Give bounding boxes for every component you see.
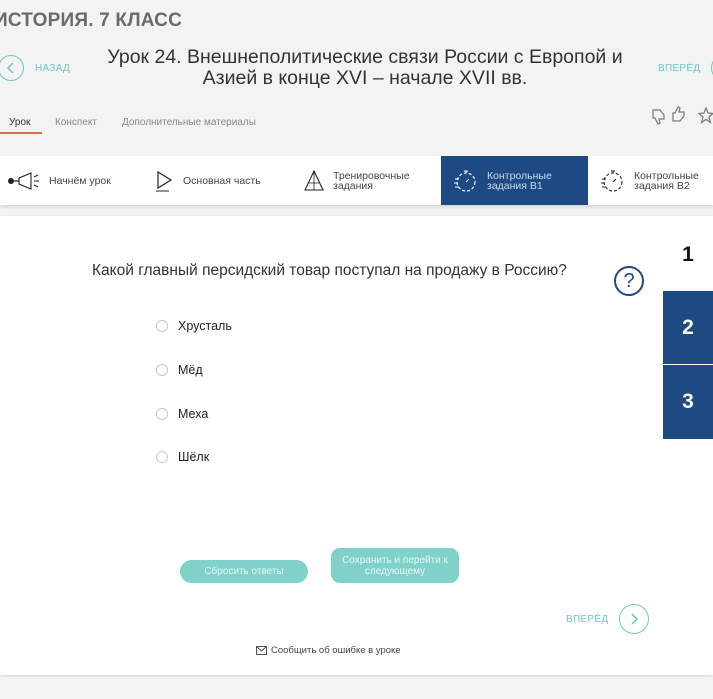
question-number-label: 2 — [682, 315, 694, 339]
course-title: ИСТОРИЯ. 7 КЛАСС — [0, 10, 183, 31]
forward-label-bottom[interactable]: ВПЕРЁД — [566, 614, 608, 625]
question-number-3[interactable]: 3 — [663, 365, 713, 439]
dislike-icon[interactable] — [651, 107, 667, 130]
step-training[interactable]: Тренировочные задания — [303, 156, 428, 205]
answer-option[interactable]: Хрусталь — [156, 319, 232, 333]
tab-summary-label: Конспект — [55, 117, 97, 128]
step-b2-label2: задания В2 — [634, 179, 690, 192]
back-label[interactable]: НАЗАД — [35, 63, 70, 74]
tab-lesson-label: Урок — [9, 117, 31, 128]
save-label-line1: Сохранить и перейти к — [342, 554, 448, 566]
save-next-button[interactable]: Сохранить и перейти к следующему — [331, 548, 459, 583]
step-start-lesson[interactable]: Начнём урок — [7, 156, 127, 205]
tab-lesson[interactable]: Урок — [9, 117, 30, 128]
step-training-label1: Тренировочные — [333, 169, 410, 182]
question-text: Какой главный персидский товар поступал … — [92, 262, 567, 279]
stopwatch-icon — [454, 169, 476, 192]
step-start-label: Начнём урок — [49, 174, 111, 187]
step-main-label: Основная часть — [183, 174, 261, 187]
report-label: Сообщить об ошибке в уроке — [271, 645, 401, 656]
stopwatch-icon — [601, 169, 623, 192]
chevron-right-icon[interactable] — [619, 604, 650, 634]
tab-extra-label: Дополнительные материалы — [122, 117, 256, 128]
lesson-title-line1: Урок 24. Внешнеполитические связи России… — [107, 46, 623, 68]
lesson-title-line2: Азией в конце XVI – начале XVII вв. — [202, 67, 528, 89]
step-control-b1[interactable]: Контрольные задания В1 — [441, 156, 588, 205]
option-label: Меха — [178, 407, 209, 421]
question-number-label: 1 — [682, 243, 694, 266]
megaphone-icon — [8, 171, 39, 190]
tab-extra-materials[interactable]: Дополнительные материалы — [122, 117, 256, 128]
lesson-title: Урок 24. Внешнеполитические связи России… — [100, 47, 630, 89]
radio-button[interactable] — [156, 408, 168, 420]
step-main-part[interactable]: Основная часть — [155, 156, 275, 205]
question-number-2[interactable]: 2 — [663, 291, 713, 364]
play-icon — [156, 170, 173, 191]
radio-button[interactable] — [156, 364, 168, 376]
forward-label-top[interactable]: ВПЕРЁД — [658, 63, 700, 74]
option-label: Шёлк — [178, 450, 210, 464]
reset-label: Сбросить ответы — [204, 566, 284, 577]
envelope-icon — [256, 646, 267, 655]
tab-summary[interactable]: Конспект — [55, 117, 97, 128]
help-button[interactable]: ? — [614, 266, 644, 296]
question-number-label: 3 — [682, 390, 694, 413]
option-label: Мёд — [178, 363, 203, 377]
radio-button[interactable] — [156, 320, 168, 332]
like-icon[interactable] — [671, 106, 687, 129]
step-b1-label2: задания В1 — [487, 179, 543, 192]
answer-option[interactable]: Меха — [156, 407, 208, 421]
active-tab-underline — [0, 132, 42, 134]
chevron-left-icon[interactable] — [0, 55, 24, 81]
lesson-steps-bar: Начнём урок Основная часть Тренировочные… — [0, 156, 713, 205]
star-icon[interactable] — [697, 106, 713, 129]
save-label-line2: следующему — [364, 565, 426, 577]
answer-option[interactable]: Шёлк — [156, 450, 209, 464]
reset-answers-button[interactable]: Сбросить ответы — [180, 560, 308, 583]
triangle-icon — [304, 169, 324, 191]
answer-option[interactable]: Мёд — [156, 363, 203, 377]
step-b2-label1: Контрольные — [634, 169, 699, 182]
radio-button[interactable] — [156, 451, 168, 463]
back-nav[interactable]: НАЗАД — [0, 55, 70, 81]
forward-nav-bottom[interactable]: ВПЕРЁД — [566, 604, 650, 634]
step-training-label2: задания — [333, 179, 373, 192]
step-control-b2[interactable]: Контрольные задания В2 — [600, 156, 713, 205]
option-label: Хрусталь — [178, 319, 232, 333]
step-b1-label1: Контрольные — [487, 169, 552, 182]
forward-nav-top[interactable]: ВПЕРЁД — [658, 55, 713, 81]
help-symbol: ? — [623, 269, 635, 292]
report-error-link[interactable]: Сообщить об ошибке в уроке — [256, 645, 401, 656]
question-number-1[interactable]: 1 — [663, 225, 713, 285]
